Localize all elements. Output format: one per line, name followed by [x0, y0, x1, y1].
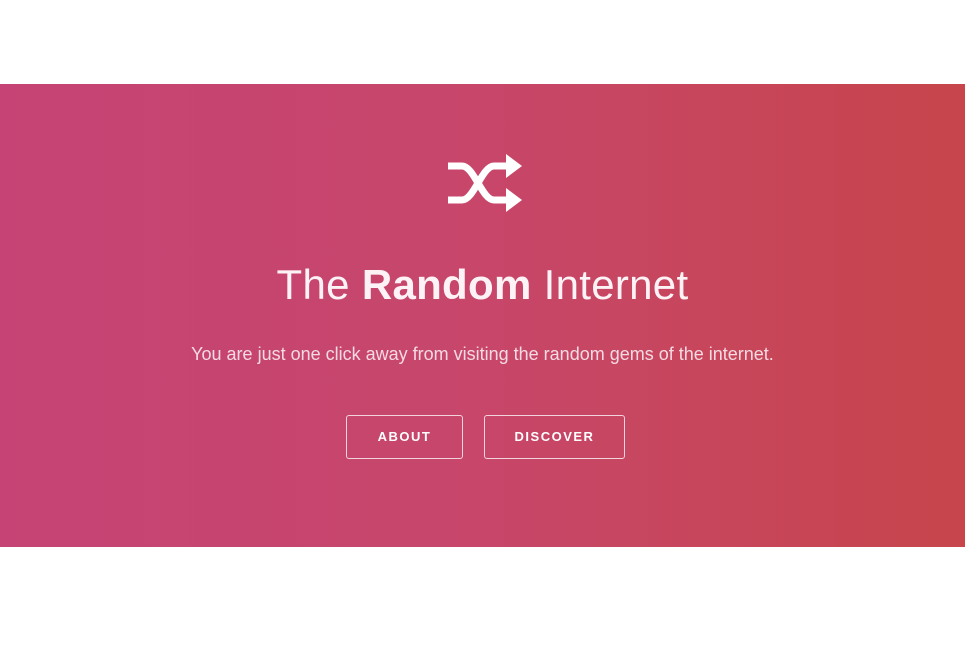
title-suffix: Internet: [543, 261, 689, 308]
page-subtitle: You are just one click away from visitin…: [191, 344, 774, 364]
discover-button[interactable]: DISCOVER: [484, 415, 625, 459]
page-title: The Random Internet: [0, 259, 965, 311]
shuffle-icon: [446, 146, 524, 220]
about-button[interactable]: ABOUT: [346, 415, 463, 459]
hero-banner: The Random Internet You are just one cli…: [0, 84, 965, 547]
title-prefix: The: [276, 261, 350, 308]
title-emphasis: Random: [361, 261, 532, 308]
